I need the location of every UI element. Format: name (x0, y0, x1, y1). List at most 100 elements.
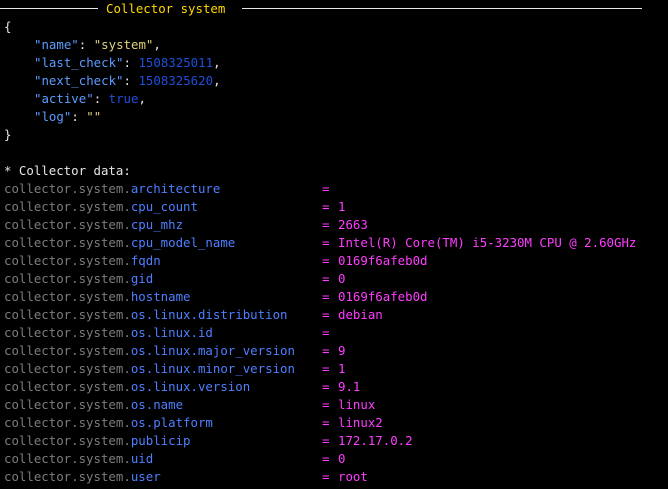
collector-data-row: collector.system.user = root (4, 468, 664, 486)
row-prefix: collector.system. (4, 235, 131, 250)
row-prefix: collector.system. (4, 199, 131, 214)
row-key: os.name (130, 397, 184, 412)
json-value: true (108, 91, 139, 106)
row-key: user (130, 469, 161, 484)
row-value: 0169f6afeb0d (338, 289, 428, 304)
collector-data-row: collector.system.uid = 0 (4, 450, 664, 468)
collector-data-header: * Collector data: (4, 163, 131, 178)
json-close-brace: } (4, 127, 12, 142)
window-title: Collector system (106, 1, 226, 16)
json-value: "system" (93, 37, 154, 52)
collector-data-row: collector.system.cpu_model_name = Intel(R)… (4, 234, 664, 252)
row-value: 9 (338, 343, 346, 358)
row-equals: = (322, 415, 330, 430)
row-value: root (338, 469, 368, 484)
row-value: 9.1 (338, 379, 361, 394)
row-prefix: collector.system. (4, 217, 131, 232)
json-field-line: "active": true, (4, 90, 146, 108)
collector-data-row: collector.system.gid = 0 (4, 270, 664, 288)
json-colon: : (78, 37, 94, 52)
row-key: os.linux.distribution (130, 307, 288, 322)
json-field-line: "name": "system", (4, 36, 161, 54)
row-key: os.linux.version (130, 379, 251, 394)
collector-data-row: collector.system.os.platform = linux2 (4, 414, 664, 432)
row-key: os.linux.minor_version (130, 361, 295, 376)
row-prefix: collector.system. (4, 307, 131, 322)
json-comma: , (213, 73, 221, 88)
row-prefix: collector.system. (4, 325, 131, 340)
collector-data-row: collector.system.os.name = linux (4, 396, 664, 414)
title-rule-left (0, 8, 98, 9)
row-equals: = (322, 433, 330, 448)
json-value: 1508325620 (138, 73, 214, 88)
json-field-line: "next_check": 1508325620, (4, 72, 221, 90)
row-equals: = (322, 379, 330, 394)
row-prefix: collector.system. (4, 271, 131, 286)
row-equals: = (322, 307, 330, 322)
row-key: fqdn (130, 253, 161, 268)
collector-data-row: collector.system.architecture = (4, 180, 664, 198)
row-key: cpu_count (130, 199, 198, 214)
row-key: os.linux.major_version (130, 343, 295, 358)
json-key: "next_check" (34, 73, 124, 88)
row-key: cpu_mhz (130, 217, 184, 232)
json-colon: : (123, 55, 139, 70)
row-key: cpu_model_name (130, 235, 236, 250)
collector-data-row: collector.system.fqdn = 0169f6afeb0d (4, 252, 664, 270)
row-equals: = (322, 199, 330, 214)
row-value: 172.17.0.2 (338, 433, 413, 448)
json-open-brace: { (4, 19, 12, 34)
row-value: 0 (338, 451, 346, 466)
row-equals: = (322, 253, 330, 268)
terminal-window: Collector system {"name": "system", "last… (0, 0, 668, 489)
json-comma: , (138, 91, 146, 106)
json-key: "last_check" (34, 55, 124, 70)
collector-data-row: collector.system.os.linux.id = (4, 324, 664, 342)
collector-data-row: collector.system.publicip = 172.17.0.2 (4, 432, 664, 450)
row-prefix: collector.system. (4, 379, 131, 394)
row-equals: = (322, 217, 330, 232)
row-prefix: collector.system. (4, 343, 131, 358)
row-key: architecture (130, 181, 221, 196)
json-value: "" (86, 109, 102, 124)
row-prefix: collector.system. (4, 397, 131, 412)
collector-data-row: collector.system.os.linux.major_version =… (4, 342, 664, 360)
row-value: 0 (338, 271, 346, 286)
collector-data-row: collector.system.os.linux.distribution = d… (4, 306, 664, 324)
row-key: os.platform (130, 415, 213, 430)
collector-data-row: collector.system.hostname = 0169f6afeb0d (4, 288, 664, 306)
json-field-line: "last_check": 1508325011, (4, 54, 221, 72)
json-value: 1508325011 (138, 55, 214, 70)
json-colon: : (93, 91, 109, 106)
row-prefix: collector.system. (4, 181, 131, 196)
row-value: linux (338, 397, 376, 412)
row-equals: = (322, 451, 330, 466)
row-value: Intel(R) Core(TM) i5-3230M CPU @ 2.60GHz (338, 235, 637, 250)
row-value: 0169f6afeb0d (338, 253, 428, 268)
json-key: "name" (34, 37, 79, 52)
json-comma: , (153, 37, 161, 52)
row-prefix: collector.system. (4, 451, 131, 466)
collector-data-row: collector.system.cpu_count = 1 (4, 198, 664, 216)
row-key: uid (130, 451, 154, 466)
collector-data-row: collector.system.cpu_mhz = 2663 (4, 216, 664, 234)
row-prefix: collector.system. (4, 361, 131, 376)
row-value: linux2 (338, 415, 383, 430)
row-key: gid (130, 271, 154, 286)
row-key: hostname (130, 289, 191, 304)
row-equals: = (322, 361, 330, 376)
row-equals: = (322, 343, 330, 358)
row-key: publicip (130, 433, 191, 448)
row-equals: = (322, 271, 330, 286)
row-prefix: collector.system. (4, 469, 131, 484)
row-value: 1 (338, 199, 346, 214)
json-colon: : (123, 73, 139, 88)
row-value: 2663 (338, 217, 368, 232)
json-key: "active" (34, 91, 94, 106)
row-prefix: collector.system. (4, 415, 131, 430)
row-equals: = (322, 235, 330, 250)
collector-data-row: collector.system.os.linux.version = 9.1 (4, 378, 664, 396)
collector-data-row: collector.system.os.linux.minor_version =… (4, 360, 664, 378)
row-equals: = (322, 325, 330, 340)
row-prefix: collector.system. (4, 253, 131, 268)
